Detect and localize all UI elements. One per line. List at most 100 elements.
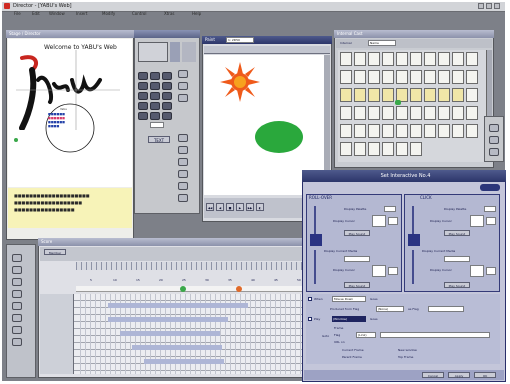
play-checkbox[interactable] [308,317,312,321]
stage-bullet-4[interactable]: ■■■■ [48,124,98,128]
cast-thumb-52[interactable] [354,142,366,156]
from-select[interactable]: (None) [376,306,404,312]
click-play2-button[interactable]: Play Sound [444,282,470,288]
fg-color-icon[interactable] [178,134,188,142]
cast-thumb-31[interactable] [340,106,352,120]
cast-thumb-51[interactable] [340,142,352,156]
cast-thumb-8[interactable] [438,52,450,66]
cast-thumb-53[interactable] [368,142,380,156]
cast-thumb-23[interactable] [368,88,380,102]
cast-thumb-54[interactable] [382,142,394,156]
stage-titlebar[interactable]: Stage / Director [6,30,134,38]
goto-url-field[interactable] [380,332,490,338]
cast-thumb-15[interactable] [396,70,408,84]
rollover-slider[interactable] [314,206,316,234]
score-tool-3-icon[interactable] [12,278,22,286]
fill-tool-icon[interactable] [138,112,148,120]
cast-thumb-14[interactable] [382,70,394,84]
cast-thumb-16[interactable] [410,70,422,84]
cast-thumb-34[interactable] [382,106,394,120]
behavior-titlebar[interactable]: Set Interactive No.4 [302,170,506,182]
paint-cast-field[interactable]: 1: 2D50 [226,37,254,43]
pencil-tool-icon[interactable] [138,92,148,100]
play-button[interactable]: ▶ [236,203,244,211]
cast-thumb-37[interactable] [424,106,436,120]
cast-thumb-9[interactable] [452,52,464,66]
cast-thumb-2[interactable] [354,52,366,66]
tool-color-chip[interactable] [150,122,164,128]
rollover-cursor-select[interactable] [372,215,386,227]
sprite-span[interactable] [108,317,228,322]
brush-tool-icon[interactable] [150,92,160,100]
bg-color-icon[interactable] [178,146,188,154]
cast-thumb-21[interactable] [340,88,352,102]
cast-thumb-4[interactable] [382,52,394,66]
cast-thumb-43[interactable] [368,124,380,138]
text-tool-icon[interactable] [162,112,172,120]
cast-thumb-39[interactable] [452,106,464,120]
menu-xtras[interactable]: Xtras [164,11,175,16]
cast-thumb-35[interactable] [396,106,408,120]
hand-tool-icon[interactable] [150,72,160,80]
top-frame-checkbox[interactable]: Top Frame [398,355,413,359]
score-tool-5-icon[interactable] [12,302,22,310]
marker-green-icon[interactable] [180,286,186,292]
menu-modify[interactable]: Modify [102,11,115,16]
click-display-field[interactable] [484,206,496,212]
rewind-button[interactable]: ◀◀ [206,203,214,211]
mini-tool-2-icon[interactable] [489,136,499,144]
cast-thumb-26[interactable] [410,88,422,102]
cast-thumb-33[interactable] [368,106,380,120]
cast-thumb-56[interactable] [410,142,422,156]
swap-color-icon[interactable] [178,158,188,166]
score-tool-8-icon[interactable] [12,338,22,346]
menu-edit[interactable]: Edit [32,11,40,16]
click-play-button[interactable]: Play Sound [444,230,470,236]
sprite-span[interactable] [108,303,248,308]
click-cursor2-select[interactable] [470,265,484,277]
menu-window[interactable]: Window [49,11,65,16]
cast-thumb-41[interactable] [340,124,352,138]
mini-tool-1-icon[interactable] [489,124,499,132]
apply-button[interactable]: Apply [448,372,470,378]
rollover-media-field[interactable] [344,256,370,262]
cast-thumb-48[interactable] [438,124,450,138]
minimize-icon[interactable] [478,3,484,9]
marker-orange-icon[interactable] [236,286,242,292]
ink-tool-icon[interactable] [178,70,188,78]
cast-thumb-12[interactable] [354,70,366,84]
goto-flag-select[interactable]: (Link) [356,332,376,338]
rollover-play-button[interactable]: Play Sound [344,230,370,236]
cast-thumb-42[interactable] [354,124,366,138]
cast-thumb-22[interactable] [354,88,366,102]
arrow-tool-icon[interactable] [138,72,148,80]
cast-thumb-28[interactable] [438,88,450,102]
cast-thumb-5[interactable] [396,52,408,66]
cast-thumb-45[interactable] [396,124,408,138]
cast-thumb-40[interactable] [466,106,478,120]
oval-tool-icon[interactable] [162,102,172,110]
goto-flag-option[interactable]: Flag [334,333,340,337]
cast-thumb-18[interactable] [438,70,450,84]
cancel-button[interactable]: Cancel [422,372,444,378]
parent-frame-checkbox[interactable]: Parent Frame [342,355,362,359]
goto-url-option[interactable]: URL on [334,340,345,344]
step-back-button[interactable]: ◀ [216,203,224,211]
score-tool-7-icon[interactable] [12,326,22,334]
line-tool-icon[interactable] [138,102,148,110]
loop-button[interactable]: ◐ [256,203,264,211]
marquee-tool-icon[interactable] [150,82,160,90]
click-slider[interactable] [412,206,414,234]
menu-control[interactable]: Control [132,11,146,16]
rollover-slider-2[interactable] [314,250,316,284]
new-window-checkbox[interactable]: New window [398,348,417,352]
sprite-span[interactable] [132,345,222,350]
eyedropper-tool-icon[interactable] [162,82,172,90]
cast-thumb-24[interactable] [382,88,394,102]
click-slider-2[interactable] [412,250,414,284]
cast-thumb-30[interactable] [466,88,478,102]
score-tool-2-icon[interactable] [12,266,22,274]
zoom-tool-icon[interactable] [162,72,172,80]
text-button[interactable]: TEXT [148,136,170,143]
cast-thumb-49[interactable] [452,124,464,138]
